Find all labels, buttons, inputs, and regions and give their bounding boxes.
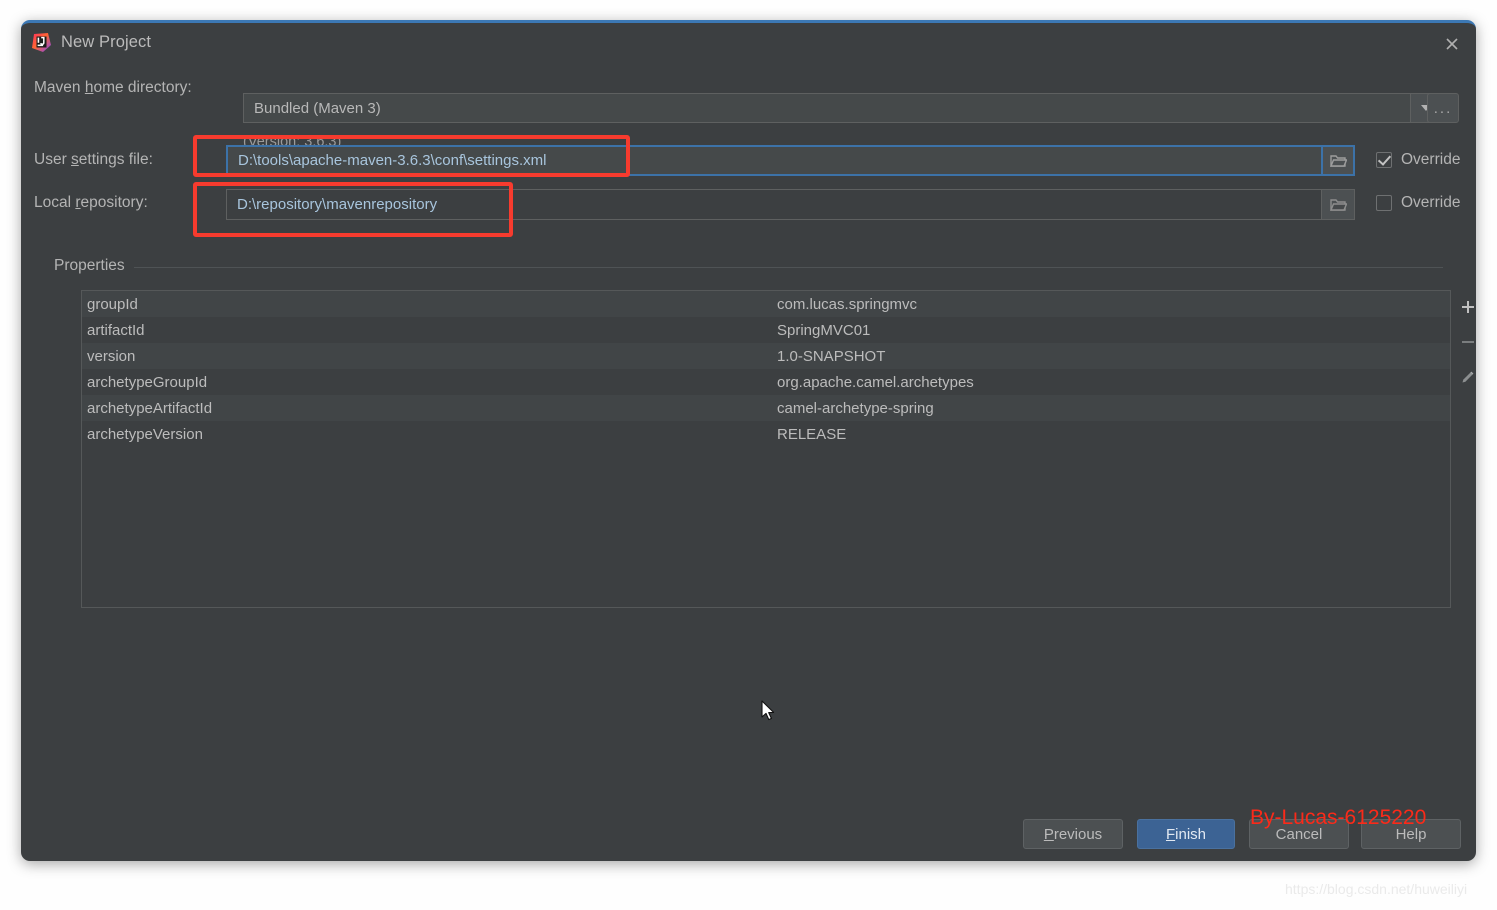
property-key: version: [87, 347, 136, 365]
finish-button[interactable]: Finish: [1137, 819, 1235, 849]
user-settings-label-pre: User: [34, 151, 72, 168]
local-repository-override-label: Override: [1401, 194, 1461, 211]
maven-home-browse-button[interactable]: ...: [1427, 93, 1459, 123]
table-row[interactable]: artifactId SpringMVC01: [82, 317, 1450, 343]
maven-home-label-pre: Maven: [34, 79, 85, 96]
dialog-title: New Project: [61, 33, 152, 51]
table-row[interactable]: archetypeVersion RELEASE: [82, 421, 1450, 447]
property-key: artifactId: [87, 321, 145, 339]
properties-section-label: Properties: [54, 257, 134, 275]
mouse-cursor: [761, 700, 777, 724]
maven-home-directory-value: Bundled (Maven 3): [254, 99, 381, 117]
close-icon[interactable]: [1439, 31, 1465, 57]
local-repository-override-checkbox[interactable]: Override: [1376, 194, 1460, 212]
local-repository-label-post: epository:: [80, 194, 148, 211]
previous-button[interactable]: Previous: [1023, 819, 1123, 849]
user-settings-label-mnemonic: s: [71, 151, 79, 168]
local-repository-browse-button[interactable]: [1321, 189, 1355, 220]
user-settings-file-label: User settings file:: [34, 151, 153, 169]
minus-icon[interactable]: [1455, 330, 1476, 354]
property-value: camel-archetype-spring: [777, 399, 934, 417]
new-project-dialog: New Project Maven home directory: Bundle…: [21, 20, 1476, 861]
previous-text: revious: [1053, 825, 1103, 843]
property-value: 1.0-SNAPSHOT: [777, 347, 886, 365]
property-value: SpringMVC01: [777, 321, 871, 339]
property-value: org.apache.camel.archetypes: [777, 373, 974, 391]
local-repository-label: Local repository:: [34, 194, 148, 212]
table-row[interactable]: groupId com.lucas.springmvc: [82, 291, 1450, 317]
local-repository-value: D:\repository\mavenrepository: [237, 196, 438, 213]
intellij-idea-logo-icon: [31, 32, 52, 53]
table-row[interactable]: archetypeArtifactId camel-archetype-spri…: [82, 395, 1450, 421]
user-settings-override-label: Override: [1401, 151, 1461, 168]
maven-home-label-post: ome directory:: [93, 79, 192, 96]
table-row[interactable]: version 1.0-SNAPSHOT: [82, 343, 1450, 369]
user-settings-browse-button[interactable]: [1321, 145, 1355, 176]
screen: New Project Maven home directory: Bundle…: [0, 0, 1497, 910]
user-settings-file-value: D:\tools\apache-maven-3.6.3\conf\setting…: [238, 152, 547, 169]
checkbox-indicator-checked: [1376, 152, 1392, 168]
plus-icon[interactable]: [1455, 295, 1476, 319]
previous-mnemonic: P: [1043, 825, 1054, 843]
folder-open-icon: [1329, 154, 1347, 167]
folder-open-icon: [1329, 198, 1347, 211]
checkbox-indicator-unchecked: [1376, 195, 1392, 211]
property-key: archetypeVersion: [87, 425, 203, 443]
finish-text: inish: [1175, 825, 1207, 843]
author-watermark: By-Lucas-6125220: [1250, 806, 1427, 829]
property-key: archetypeGroupId: [87, 373, 208, 391]
maven-home-label: Maven home directory:: [34, 79, 192, 97]
blog-url-watermark: https://blog.csdn.net/huweiliyi: [1285, 881, 1468, 897]
finish-mnemonic: F: [1165, 825, 1176, 843]
properties-table[interactable]: groupId com.lucas.springmvc artifactId S…: [81, 290, 1451, 608]
property-value: com.lucas.springmvc: [777, 295, 918, 313]
table-row[interactable]: archetypeGroupId org.apache.camel.archet…: [82, 369, 1450, 395]
local-repository-input[interactable]: D:\repository\mavenrepository: [226, 189, 1336, 220]
user-settings-override-checkbox[interactable]: Override: [1376, 151, 1460, 169]
previous-button-label: Previous: [1044, 826, 1102, 843]
finish-button-label: Finish: [1166, 826, 1206, 843]
properties-toolbar: [1453, 290, 1476, 608]
local-repository-label-pre: Local: [34, 194, 76, 211]
pencil-icon[interactable]: [1455, 365, 1476, 389]
property-value: RELEASE: [777, 425, 847, 443]
maven-home-directory-combobox[interactable]: Bundled (Maven 3): [243, 93, 1441, 123]
dialog-titlebar: New Project: [21, 23, 1476, 63]
properties-separator: [54, 267, 1443, 268]
property-key: groupId: [87, 295, 138, 313]
user-settings-label-post: ettings file:: [78, 151, 153, 168]
property-key: archetypeArtifactId: [87, 399, 213, 417]
maven-home-browse-label: ...: [1433, 99, 1453, 117]
user-settings-file-input[interactable]: D:\tools\apache-maven-3.6.3\conf\setting…: [226, 145, 1336, 176]
